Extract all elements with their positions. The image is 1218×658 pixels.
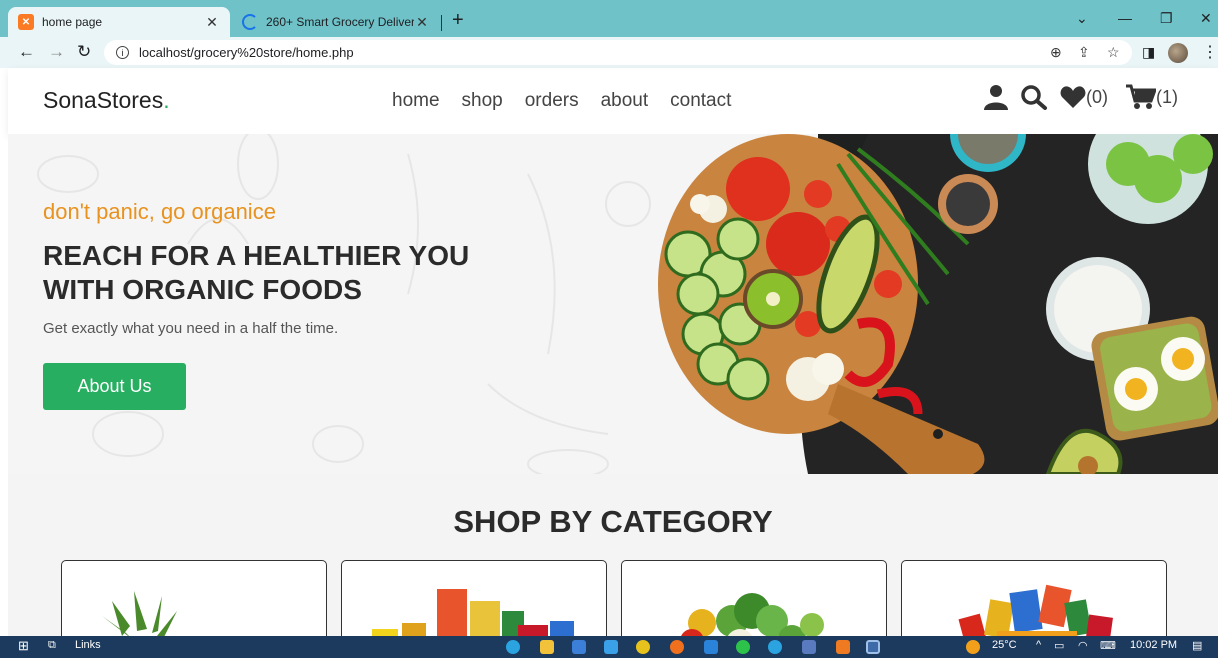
site-info-icon[interactable]: i	[116, 46, 129, 59]
hero-food-image	[658, 134, 1218, 474]
tab-home-page[interactable]: ✕ home page ✕	[8, 7, 230, 37]
hero-headline: REACH FOR A HEALTHIER YOU WITH ORGANIC F…	[43, 240, 470, 305]
close-tab-icon[interactable]: ✕	[414, 14, 430, 31]
categories-section: SHOP BY CATEGORY	[8, 474, 1218, 636]
calendar-app-icon[interactable]	[802, 640, 816, 654]
whatsapp-app-icon[interactable]	[736, 640, 750, 654]
weather-temp[interactable]: 25°C	[992, 639, 1017, 651]
telegram-app-icon[interactable]	[768, 640, 782, 654]
nav-shop[interactable]: shop	[462, 90, 503, 112]
close-tab-icon[interactable]: ✕	[204, 14, 220, 31]
category-card-vegetables[interactable]	[621, 560, 887, 636]
mail-app-icon[interactable]	[604, 640, 618, 654]
notifications-icon[interactable]: ▤	[1192, 639, 1202, 652]
loading-spinner-icon	[242, 14, 258, 30]
tab-grocery-delivery[interactable]: 260+ Smart Grocery Delivery Ma ✕	[232, 7, 440, 37]
hero-subline: Get exactly what you need in a half the …	[43, 320, 339, 337]
hero-banner: don't panic, go organice REACH FOR A HEA…	[8, 134, 1218, 474]
xampp-favicon-icon: ✕	[18, 14, 34, 30]
keyboard-icon[interactable]: ⌨	[1100, 639, 1116, 652]
reload-icon[interactable]: ↻	[77, 42, 91, 62]
new-tab-icon[interactable]: +	[452, 9, 464, 32]
chrome-active-app-icon[interactable]	[866, 640, 880, 654]
user-icon[interactable]	[984, 84, 1008, 110]
address-bar[interactable]: i localhost/grocery%20store/home.php ⊕ ⇪…	[104, 40, 1132, 65]
windows-taskbar: ⊞ ⧉ Links 25°C ^ ▭ ◠ ⌨ 10:02 PM ▤	[0, 636, 1218, 658]
windows-start-icon[interactable]: ⊞	[18, 638, 29, 654]
share-icon[interactable]: ⇪	[1078, 44, 1090, 61]
browser-tab-strip: ✕ home page ✕ 260+ Smart Grocery Deliver…	[0, 0, 1218, 40]
nav-orders[interactable]: orders	[525, 90, 579, 112]
store-app-icon[interactable]	[572, 640, 586, 654]
xampp-app-icon[interactable]	[836, 640, 850, 654]
nav-home[interactable]: home	[392, 90, 440, 112]
tab-label: home page	[42, 15, 103, 29]
cart-icon	[1126, 84, 1156, 109]
chrome-app-icon[interactable]	[636, 640, 650, 654]
hero-tagline: don't panic, go organice	[43, 199, 276, 224]
vegetables-image	[681, 593, 824, 636]
weather-icon	[966, 640, 980, 654]
about-us-button[interactable]: About Us	[43, 363, 186, 410]
categories-title: SHOP BY CATEGORY	[453, 504, 773, 539]
bookmark-star-icon[interactable]: ☆	[1107, 44, 1120, 61]
vscode-app-icon[interactable]	[704, 640, 718, 654]
wifi-icon[interactable]: ◠	[1078, 639, 1088, 652]
nav-about[interactable]: about	[601, 90, 649, 112]
heart-icon	[1060, 86, 1086, 108]
main-nav: home shop orders about contact	[392, 90, 731, 112]
browser-menu-icon[interactable]: ⋮	[1202, 42, 1218, 62]
url-text: localhost/grocery%20store/home.php	[139, 45, 354, 60]
back-icon[interactable]: ←	[18, 42, 35, 62]
file-explorer-icon[interactable]	[540, 640, 554, 654]
profile-avatar[interactable]	[1168, 43, 1188, 63]
zoom-icon[interactable]: ⊕	[1050, 44, 1062, 61]
header-icons: (0) (1)	[984, 84, 1178, 110]
task-view-icon[interactable]: ⧉	[48, 639, 56, 652]
cart-count: (1)	[1156, 86, 1178, 107]
cart-button[interactable]: (1)	[1126, 84, 1178, 110]
wishlist-button[interactable]: (0)	[1060, 85, 1108, 109]
forward-icon[interactable]: →	[48, 42, 65, 62]
close-window-icon[interactable]: ✕	[1200, 10, 1212, 27]
clock-time[interactable]: 10:02 PM	[1130, 639, 1177, 651]
category-card-snacks[interactable]	[901, 560, 1167, 636]
links-toolbar[interactable]: Links	[75, 639, 101, 651]
pineapple-image	[102, 591, 177, 636]
search-icon[interactable]	[1020, 84, 1048, 110]
tab-separator	[441, 15, 442, 31]
firefox-app-icon[interactable]	[670, 640, 684, 654]
side-panel-icon[interactable]: ◨	[1142, 44, 1155, 61]
show-hidden-icons-icon[interactable]: ^	[1036, 639, 1041, 651]
nav-contact[interactable]: contact	[670, 90, 731, 112]
snacks-image	[958, 584, 1113, 636]
tab-search-icon[interactable]: ⌄	[1076, 10, 1088, 27]
restore-icon[interactable]: ❐	[1160, 10, 1173, 27]
browser-toolbar: ← → ↻ i localhost/grocery%20store/home.p…	[0, 37, 1218, 68]
tab-label: 260+ Smart Grocery Delivery Ma	[266, 15, 414, 29]
category-card-fruits[interactable]	[61, 560, 327, 636]
site-logo[interactable]: SonaStores.	[43, 87, 170, 114]
wishlist-count: (0)	[1086, 86, 1108, 107]
battery-icon[interactable]: ▭	[1054, 639, 1064, 652]
site-header: SonaStores. home shop orders about conta…	[8, 68, 1218, 134]
edge-app-icon[interactable]	[506, 640, 520, 654]
category-card-grocery[interactable]	[341, 560, 607, 636]
minimize-icon[interactable]: —	[1118, 10, 1132, 26]
grocery-products-image	[372, 589, 574, 636]
